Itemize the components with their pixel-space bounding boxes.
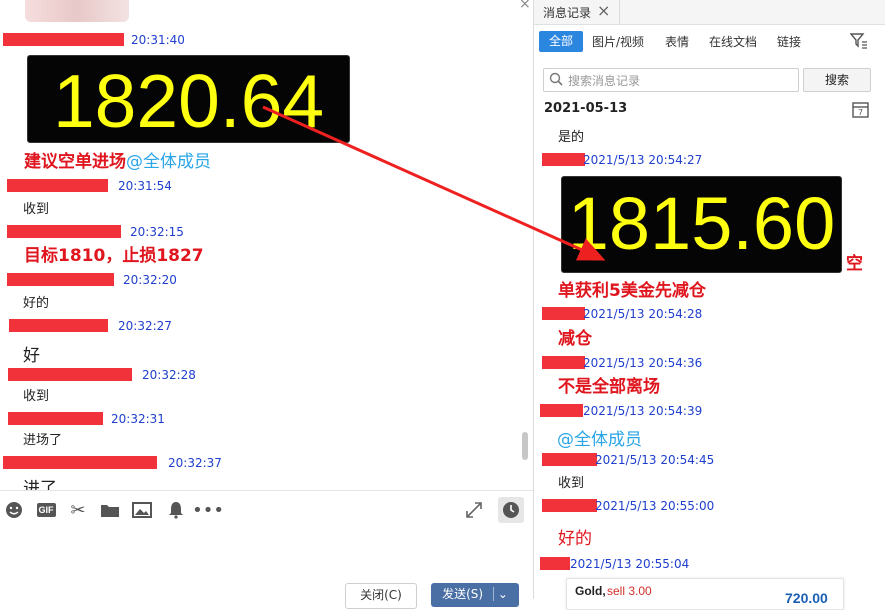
message-clip: 进了 [0, 478, 520, 490]
scrollbar-thumb[interactable] [522, 432, 528, 460]
message-time: 20:31:40 [131, 33, 185, 47]
message-text: 建议空单进场@全体成员 [24, 152, 211, 172]
price-value: 1815.60 [567, 182, 836, 265]
input-divider [0, 490, 533, 491]
trade-title: Gold, [575, 584, 606, 598]
message-text: 好的 [23, 296, 50, 311]
redacted-sender [9, 319, 108, 332]
mention-link[interactable]: @全体成员 [126, 152, 211, 172]
search-icon [549, 71, 563, 90]
tab-divider [619, 0, 620, 24]
bell-icon[interactable] [166, 500, 186, 520]
filter-icon[interactable] [849, 33, 868, 53]
history-message: 减仓 [558, 329, 592, 349]
message-text: 收到 [23, 202, 50, 217]
tab-links[interactable]: 链接 [777, 32, 801, 52]
tab-docs[interactable]: 在线文档 [709, 32, 757, 52]
redacted-sender [8, 368, 132, 381]
history-date: 2021-05-13 [544, 101, 628, 116]
tab-stickers[interactable]: 表情 [665, 32, 689, 52]
history-time: 2021/5/13 20:54:39 [583, 404, 703, 418]
redacted-sender [542, 499, 597, 512]
close-button[interactable]: 关闭(C) [345, 583, 417, 609]
history-time: 2021/5/13 20:55:00 [595, 499, 715, 513]
redacted-sender [7, 273, 114, 286]
message-text: 目标1810，止损1827 [24, 246, 204, 266]
history-time: 2021/5/13 20:55:04 [570, 557, 690, 571]
redacted-sender [542, 153, 585, 166]
trade-card[interactable]: Gold, sell 3.00 720.00 [566, 578, 844, 610]
history-time: 2021/5/13 20:54:28 [583, 307, 703, 321]
history-title[interactable]: 消息记录 [543, 4, 591, 21]
folder-icon[interactable] [100, 500, 120, 520]
history-message: 是的 [558, 130, 585, 145]
message-time: 20:32:27 [118, 319, 172, 333]
chat-pane: 20:31:40 1820.64 建议空单进场@全体成员 20:31:54 收到… [0, 0, 533, 609]
svg-text:7: 7 [858, 108, 863, 117]
calendar-icon[interactable]: 7 [852, 101, 869, 122]
close-icon[interactable]: × [597, 1, 610, 20]
history-message: 收到 [558, 476, 585, 491]
close-icon[interactable]: × [519, 0, 531, 12]
gif-icon[interactable]: GIF [35, 500, 57, 520]
tab-media[interactable]: 图片/视频 [592, 32, 644, 52]
emoji-icon[interactable] [4, 500, 24, 520]
message-time: 20:32:28 [142, 368, 196, 382]
image-icon[interactable] [132, 500, 152, 520]
redacted-sender [7, 179, 108, 192]
message-text: 进了 [23, 479, 57, 490]
expand-icon[interactable] [464, 500, 484, 520]
redacted-sender [7, 225, 121, 238]
search-input[interactable]: 搜索消息记录 [543, 68, 799, 92]
redacted-sender [3, 33, 124, 46]
sticker-image [25, 0, 129, 22]
history-time: 2021/5/13 20:54:27 [583, 153, 703, 167]
price-value: 1820.64 [52, 59, 325, 143]
message-time: 20:32:15 [130, 225, 184, 239]
mention-link[interactable]: @全体成员 [557, 425, 642, 450]
more-icon[interactable]: ••• [192, 500, 224, 521]
history-time: 2021/5/13 20:54:36 [583, 356, 703, 370]
trade-amount: 720.00 [785, 590, 828, 606]
redacted-sender [542, 453, 597, 466]
message-text: 收到 [23, 389, 50, 404]
redacted-sender [542, 356, 585, 369]
price-board-image[interactable]: 1815.60 [561, 176, 842, 273]
redacted-sender [8, 412, 103, 425]
send-button[interactable]: 发送(S) ⌄ [431, 583, 519, 607]
history-clock-icon[interactable] [498, 497, 524, 523]
history-message: 不是全部离场 [558, 377, 660, 397]
trade-sell: sell 3.00 [607, 584, 652, 598]
history-message: 好的 [558, 529, 592, 549]
history-time: 2021/5/13 20:54:45 [595, 453, 715, 467]
search-button[interactable]: 搜索 [803, 68, 871, 92]
message-time: 20:32:20 [123, 273, 177, 287]
price-board-image[interactable]: 1820.64 [27, 55, 350, 143]
redacted-sender [3, 456, 157, 469]
tab-all-label: 全部 [548, 34, 573, 48]
history-message: 空 [846, 254, 863, 274]
redacted-sender [542, 307, 585, 320]
tab-all[interactable]: 全部 [539, 31, 583, 52]
message-text: 进场了 [23, 433, 63, 448]
message-time: 20:31:54 [118, 179, 172, 193]
message-time: 20:32:31 [111, 412, 165, 426]
message-body: 建议空单进场 [24, 152, 126, 172]
message-time: 20:32:37 [168, 456, 222, 470]
message-history-panel: 消息记录 × 全部 图片/视频 表情 在线文档 链接 搜索消息记录 搜索 202… [533, 0, 885, 610]
scissors-icon[interactable]: ✂ [68, 500, 88, 521]
search-placeholder: 搜索消息记录 [568, 74, 641, 88]
redacted-sender [540, 557, 570, 570]
redacted-sender [540, 404, 583, 417]
history-message: 单获利5美金先减仓 [558, 281, 706, 301]
message-text: 好 [23, 346, 40, 366]
